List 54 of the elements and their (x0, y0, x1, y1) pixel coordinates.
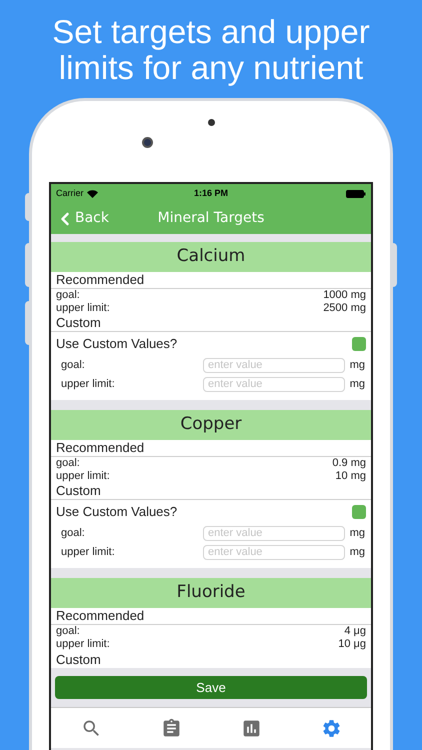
search-tab[interactable] (80, 718, 102, 738)
value-text: 0.9 mg (332, 457, 366, 470)
save-button[interactable]: Save (55, 676, 367, 699)
wifi-icon (86, 190, 98, 198)
field-label: upper limit: (61, 377, 116, 392)
option-label: Use Custom Values? (56, 503, 178, 522)
value-label: goal: (56, 457, 80, 470)
status-time: 1:16 PM (194, 186, 228, 200)
carrier-text: Carrier (56, 186, 84, 200)
side-button[interactable] (393, 243, 397, 287)
screen-title: Mineral Targets (158, 209, 264, 228)
input-field[interactable]: enter value (203, 358, 345, 373)
option-label: Use Custom Values? (56, 335, 178, 354)
unit-label: mg (348, 526, 365, 542)
field-label: upper limit: (61, 545, 116, 560)
checkbox[interactable] (352, 337, 366, 351)
subheading: Custom (56, 650, 101, 669)
settings-tab[interactable] (320, 718, 342, 738)
field-label: goal: (61, 526, 86, 542)
charts-tab[interactable] (240, 718, 262, 738)
subheading: Custom (56, 314, 101, 332)
input-field[interactable]: enter value (203, 545, 345, 560)
headline: Set targets and upper (52, 14, 370, 50)
field-label: goal: (61, 358, 86, 374)
log-tab[interactable] (160, 718, 182, 738)
side-button[interactable] (25, 193, 29, 221)
side-button[interactable] (25, 243, 29, 287)
unit-label: mg (348, 545, 365, 560)
value-text: 10 mg (335, 470, 366, 483)
subheading: Custom (56, 482, 101, 500)
value-label: upper limit: (56, 638, 110, 651)
section-header: Fluoride (51, 578, 371, 608)
value-label: goal: (56, 625, 80, 638)
subheading: Recommended (56, 607, 144, 626)
subheading: Recommended (56, 271, 144, 290)
value-label: goal: (56, 289, 80, 302)
input-field[interactable]: enter value (203, 377, 345, 392)
section-header: Copper (51, 410, 371, 440)
value-text: 10 μg (338, 638, 366, 651)
value-text: 1000 mg (323, 289, 366, 302)
checkbox[interactable] (352, 505, 366, 519)
side-button[interactable] (25, 301, 29, 345)
value-text: 2500 mg (323, 302, 366, 315)
value-label: upper limit: (56, 302, 110, 315)
input-field[interactable]: enter value (203, 526, 345, 541)
camera-icon (142, 137, 153, 148)
unit-label: mg (348, 358, 365, 374)
value-label: upper limit: (56, 470, 110, 483)
unit-label: mg (348, 377, 365, 392)
headline: limits for any nutrient (58, 50, 364, 86)
battery-icon (346, 190, 366, 198)
section-header: Calcium (51, 242, 371, 272)
subheading: Recommended (56, 439, 144, 458)
value-text: 4 μg (344, 625, 366, 638)
